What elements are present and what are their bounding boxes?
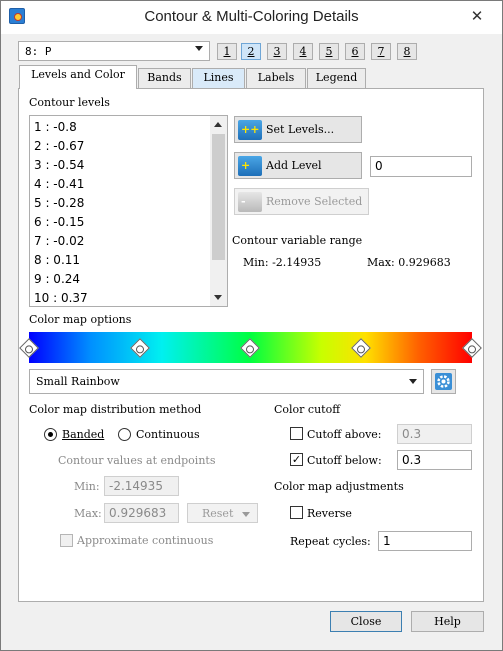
list-item[interactable]: 3 : -0.54 bbox=[34, 158, 84, 172]
min-label: Min: bbox=[74, 480, 100, 493]
reset-label: Reset bbox=[202, 506, 234, 520]
contour-levels-heading: Contour levels bbox=[29, 96, 110, 109]
scrollbar-thumb[interactable] bbox=[212, 134, 225, 260]
tab-labels[interactable]: Labels bbox=[246, 68, 306, 88]
color-map-handle[interactable] bbox=[351, 338, 371, 358]
banded-label[interactable]: Banded bbox=[62, 428, 104, 441]
tab-levels-and-color[interactable]: Levels and Color bbox=[19, 65, 137, 89]
cutoff-above-input[interactable]: 0.3 bbox=[397, 424, 472, 444]
list-item[interactable]: 9 : 0.24 bbox=[34, 272, 80, 286]
add-level-icon: + bbox=[238, 156, 262, 176]
adjustments-heading: Color map adjustments bbox=[274, 480, 404, 493]
color-map-handle[interactable] bbox=[130, 338, 150, 358]
group-button-1[interactable]: 1 bbox=[217, 43, 237, 60]
help-button[interactable]: Help bbox=[411, 611, 484, 632]
close-button[interactable]: Close bbox=[330, 611, 402, 632]
cutoff-above-checkbox[interactable] bbox=[290, 427, 303, 440]
list-item[interactable]: 7 : -0.02 bbox=[34, 234, 84, 248]
cutoff-below-input[interactable]: 0.3 bbox=[397, 450, 472, 470]
add-level-label: Add Level bbox=[266, 159, 322, 172]
dialog-window: Contour & Multi-Coloring Details ✕ 8: P … bbox=[0, 0, 503, 651]
min-input[interactable]: -2.14935 bbox=[104, 476, 179, 496]
reset-button[interactable]: Reset bbox=[187, 503, 258, 523]
max-label: Max: bbox=[74, 507, 102, 520]
color-map-settings-button[interactable] bbox=[431, 369, 456, 394]
range-min: Min: -2.14935 bbox=[243, 256, 322, 269]
list-item[interactable]: 5 : -0.28 bbox=[34, 196, 84, 210]
tab-lines[interactable]: Lines bbox=[192, 68, 245, 88]
repeat-cycles-label: Repeat cycles: bbox=[290, 535, 371, 548]
color-map-select-value: Small Rainbow bbox=[36, 375, 120, 388]
approximate-continuous-label: Approximate continuous bbox=[77, 534, 214, 547]
group-button-5[interactable]: 5 bbox=[319, 43, 339, 60]
set-levels-icon: ++ bbox=[238, 120, 262, 140]
reverse-checkbox[interactable] bbox=[290, 506, 303, 519]
color-cutoff-heading: Color cutoff bbox=[274, 403, 341, 416]
color-map-gradient[interactable] bbox=[19, 332, 482, 363]
color-map-handle[interactable] bbox=[240, 338, 260, 358]
gear-icon bbox=[435, 373, 452, 390]
endpoints-heading: Contour values at endpoints bbox=[58, 454, 216, 467]
cutoff-above-label[interactable]: Cutoff above: bbox=[307, 428, 382, 441]
repeat-cycles-input[interactable]: 1 bbox=[378, 531, 472, 551]
scroll-down-icon[interactable] bbox=[214, 295, 222, 300]
range-max: Max: 0.929683 bbox=[367, 256, 451, 269]
group-button-7[interactable]: 7 bbox=[371, 43, 391, 60]
continuous-label[interactable]: Continuous bbox=[136, 428, 200, 441]
tab-legend[interactable]: Legend bbox=[307, 68, 366, 88]
group-button-2[interactable]: 2 bbox=[241, 43, 261, 60]
scroll-up-icon[interactable] bbox=[214, 122, 222, 127]
group-button-3[interactable]: 3 bbox=[267, 43, 287, 60]
list-scrollbar[interactable] bbox=[210, 116, 227, 306]
contour-range-heading: Contour variable range bbox=[232, 234, 363, 247]
banded-radio[interactable] bbox=[44, 428, 57, 441]
remove-selected-button[interactable]: - Remove Selected bbox=[234, 188, 369, 215]
continuous-radio[interactable] bbox=[118, 428, 131, 441]
group-select-value: 8: P bbox=[25, 45, 52, 58]
color-map-select[interactable]: Small Rainbow bbox=[29, 369, 424, 394]
title-bar[interactable]: Contour & Multi-Coloring Details ✕ bbox=[1, 1, 502, 34]
tab-bands[interactable]: Bands bbox=[138, 68, 191, 88]
cutoff-below-checkbox[interactable]: ✓ bbox=[290, 453, 303, 466]
window-title: Contour & Multi-Coloring Details bbox=[144, 8, 359, 25]
contour-levels-list[interactable]: 1 : -0.8 2 : -0.67 3 : -0.54 4 : -0.41 5… bbox=[29, 115, 228, 307]
list-item[interactable]: 1 : -0.8 bbox=[34, 120, 77, 134]
color-map-heading: Color map options bbox=[29, 313, 132, 326]
close-window-icon[interactable]: ✕ bbox=[466, 7, 488, 25]
set-levels-button[interactable]: ++ Set Levels... bbox=[234, 116, 362, 143]
remove-selected-icon: - bbox=[238, 192, 262, 212]
approximate-continuous-checkbox[interactable] bbox=[60, 534, 73, 547]
set-levels-label: Set Levels... bbox=[266, 123, 335, 136]
list-item[interactable]: 10 : 0.37 bbox=[34, 291, 88, 305]
chevron-down-icon bbox=[195, 46, 203, 51]
group-button-4[interactable]: 4 bbox=[293, 43, 313, 60]
list-item[interactable]: 4 : -0.41 bbox=[34, 177, 84, 191]
add-level-button[interactable]: + Add Level bbox=[234, 152, 362, 179]
group-button-6[interactable]: 6 bbox=[345, 43, 365, 60]
list-item[interactable]: 8 : 0.11 bbox=[34, 253, 80, 267]
list-item[interactable]: 2 : -0.67 bbox=[34, 139, 84, 153]
group-button-8[interactable]: 8 bbox=[397, 43, 417, 60]
distribution-heading: Color map distribution method bbox=[29, 403, 202, 416]
chevron-down-icon bbox=[242, 512, 250, 517]
list-item[interactable]: 6 : -0.15 bbox=[34, 215, 84, 229]
reverse-label[interactable]: Reverse bbox=[307, 507, 352, 520]
close-label: Close bbox=[350, 615, 382, 628]
help-label: Help bbox=[434, 615, 461, 628]
group-select[interactable]: 8: P bbox=[18, 41, 210, 61]
chevron-down-icon bbox=[409, 379, 417, 384]
remove-selected-label: Remove Selected bbox=[266, 195, 363, 208]
cutoff-below-label[interactable]: Cutoff below: bbox=[307, 454, 382, 467]
max-input[interactable]: 0.929683 bbox=[104, 503, 179, 523]
add-level-input[interactable]: 0 bbox=[370, 156, 472, 177]
